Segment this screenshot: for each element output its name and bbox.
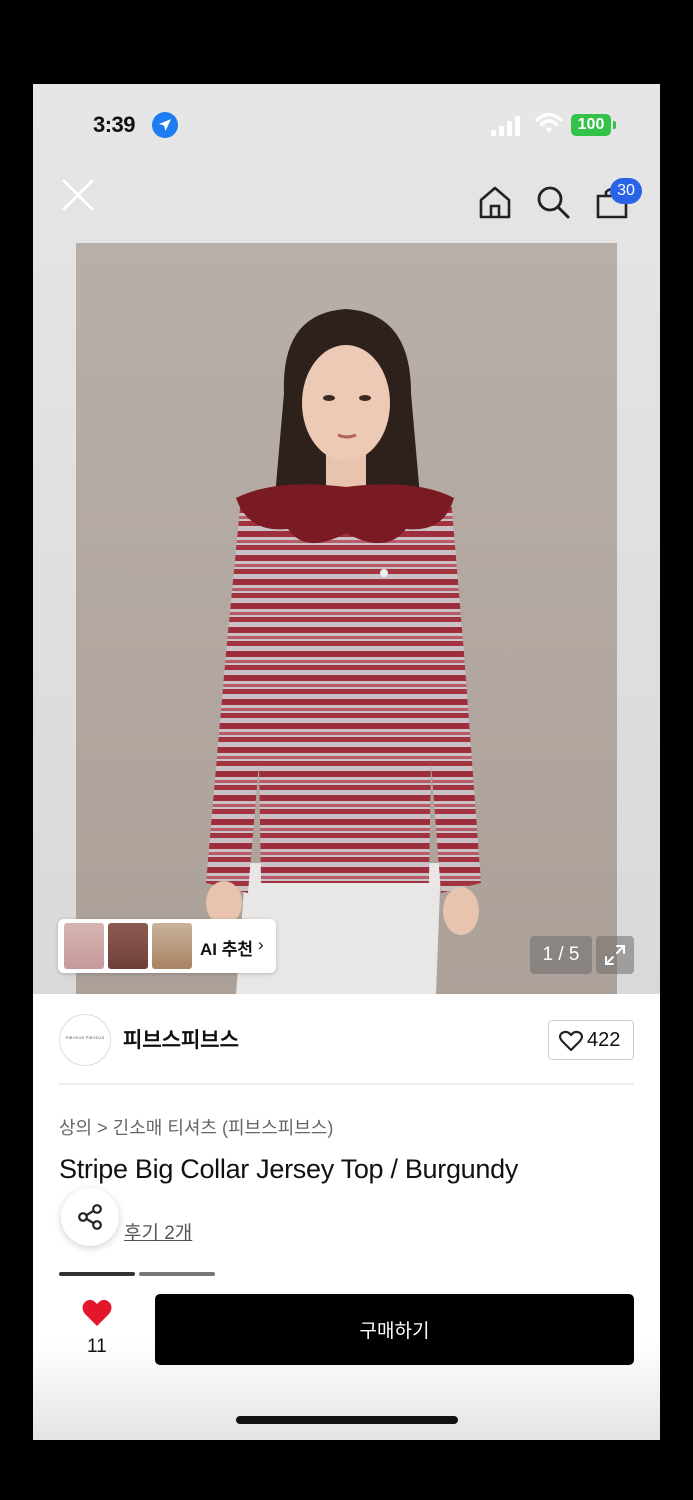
expand-icon[interactable]	[596, 936, 634, 974]
location-icon	[152, 112, 178, 138]
status-bar: 3:39 100	[33, 84, 660, 164]
heart-filled-icon[interactable]	[81, 1298, 113, 1328]
close-icon[interactable]	[59, 176, 97, 214]
phone-screen: 3:39 100 30 AI 추천 › 1 / 5 PIBYEUS PIBYEU…	[33, 84, 660, 1440]
cart-badge: 30	[610, 178, 642, 204]
ai-recommend-chip[interactable]: AI 추천 ›	[58, 919, 276, 973]
wifi-icon	[535, 112, 563, 133]
brand-logo[interactable]: PIBYEUS PIBYEUS	[59, 1014, 111, 1066]
home-indicator[interactable]	[236, 1416, 458, 1424]
model-illustration	[76, 243, 617, 994]
image-counter: 1 / 5	[530, 936, 592, 974]
favorite-count: 11	[87, 1336, 107, 1357]
ai-thumb-3	[152, 923, 192, 969]
product-title: Stripe Big Collar Jersey Top / Burgundy	[59, 1154, 519, 1184]
search-icon[interactable]	[535, 184, 571, 220]
share-button[interactable]	[61, 1188, 119, 1246]
chevron-right-icon: ›	[258, 935, 264, 954]
divider	[59, 1083, 634, 1085]
signal-icon	[491, 116, 520, 136]
brand-logo-text: PIBYEUS PIBYEUS	[65, 1035, 105, 1040]
breadcrumb[interactable]: 상의 > 긴소매 티셔츠 (피브스피브스)	[59, 1114, 333, 1140]
buy-button[interactable]: 구매하기	[155, 1294, 634, 1365]
brand-like-count: 422	[587, 1029, 621, 1051]
battery-icon: 100	[571, 114, 616, 136]
brand-like-button[interactable]: 422	[548, 1020, 634, 1060]
home-icon[interactable]	[477, 184, 513, 220]
ai-thumb-2	[108, 923, 148, 969]
ai-thumb-1	[64, 923, 104, 969]
product-image[interactable]	[76, 243, 617, 994]
brand-name[interactable]: 피브스피브스	[123, 1024, 239, 1054]
heart-outline-icon	[559, 1030, 583, 1052]
share-icon	[78, 1204, 102, 1230]
review-link[interactable]: 후기 2개	[124, 1218, 192, 1245]
ai-recommend-label: AI 추천	[200, 940, 254, 959]
status-time: 3:39	[93, 112, 136, 137]
